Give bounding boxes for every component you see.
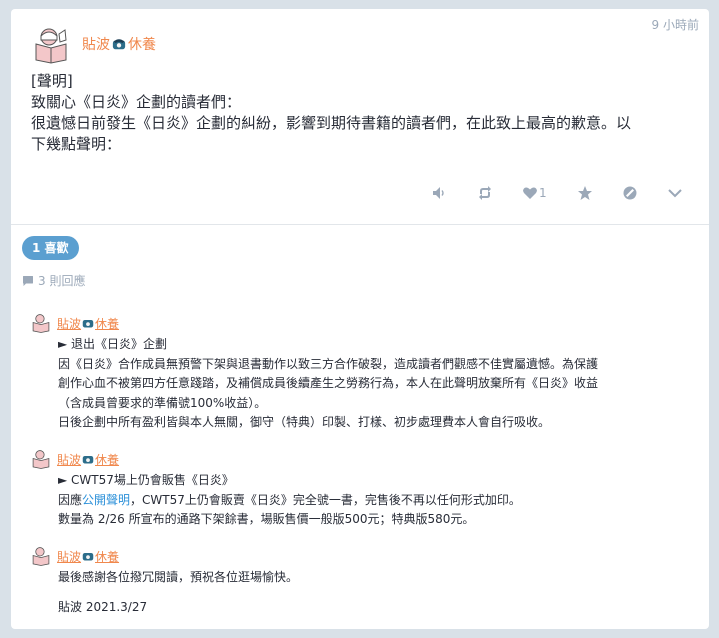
reply-author-suffix[interactable]: 休養	[95, 315, 119, 332]
reply-item: 貼波 休養 ► 退出《日炎》企劃 因《日炎》合作成員無預警下架與退書動作以致三方…	[31, 313, 691, 433]
reply-author-name[interactable]: 貼波	[57, 315, 81, 332]
block-icon	[623, 186, 637, 200]
reply-line: 最後感謝各位撥冗閱讀，預祝各位逛場愉快。	[58, 570, 299, 584]
more-button[interactable]	[667, 185, 683, 201]
avatar[interactable]	[31, 313, 51, 333]
status-card: 貼波 休養 9 小時前 [聲明] 致關心《日炎》企劃的讀者們： 很遺憾日前發生《…	[11, 9, 709, 629]
reply-header: 貼波 休養	[31, 313, 691, 333]
content-line: 很遺憾日前發生《日炎》企劃的糾紛，影響到期待書籍的讀者們，在此致上最高的歉意。以	[31, 114, 632, 132]
status-time[interactable]: 9 小時前	[652, 16, 699, 33]
reply-item: 貼波 休養 最後感謝各位撥冗閱讀，預祝各位逛場愉快。 貼波 2021.3/27	[31, 546, 691, 617]
likes-badge[interactable]: 1 喜歡	[22, 236, 79, 260]
statement-link[interactable]: 公開聲明	[82, 493, 130, 507]
telephone-emoji-icon	[82, 553, 94, 561]
like-count: 1	[539, 186, 547, 200]
like-button[interactable]: 1	[522, 185, 547, 201]
reply-line: 因應公開聲明，CWT57上仍會販賣《日炎》完全號一書，完售後不再以任何形式加印。	[58, 491, 691, 511]
telephone-emoji-icon	[82, 456, 94, 464]
display-name[interactable]: 貼波 休養	[82, 34, 156, 54]
telephone-emoji-icon	[112, 39, 126, 50]
telephone-emoji-icon	[82, 320, 94, 328]
content-line: 下幾點聲明：	[31, 135, 122, 153]
reply-item: 貼波 休養 ► CWT57場上仍會販售《日炎》 因應公開聲明，CWT57上仍會販…	[31, 449, 691, 530]
status-content: [聲明] 致關心《日炎》企劃的讀者們： 很遺憾日前發生《日炎》企劃的糾紛，影響到…	[31, 71, 691, 155]
favourite-button[interactable]	[577, 185, 593, 201]
volume-icon	[433, 187, 444, 199]
reply-line: ► CWT57場上仍會販售《日炎》	[58, 473, 234, 487]
reply-content: ► 退出《日炎》企劃 因《日炎》合作成員無預警下架與退書動作以致三方合作破裂，造…	[58, 335, 691, 433]
reply-text: 因應	[58, 492, 83, 507]
reply-author-suffix[interactable]: 休養	[95, 451, 119, 468]
reply-line: （含成員曾要求的準備號100%收益）。	[58, 395, 267, 410]
reply-line: 日後企劃中所有盈利皆與本人無關，御守（特典）印製、打樣、初步處理費本人會自行吸收…	[58, 415, 551, 429]
reply-author-name[interactable]: 貼波	[57, 548, 81, 565]
volume-button[interactable]	[431, 185, 447, 201]
avatar[interactable]	[32, 26, 70, 64]
chevron-down-icon	[668, 189, 682, 198]
display-name-suffix: 休養	[128, 37, 156, 53]
reply-signature: 貼波 2021.3/27	[58, 599, 148, 614]
boost-button[interactable]	[477, 185, 493, 201]
reply-text: ，CWT57上仍會販賣《日炎》完全號一書，完售後不再以任何形式加印。	[130, 492, 521, 507]
star-icon	[578, 186, 592, 200]
reply-author-name[interactable]: 貼波	[57, 451, 81, 468]
reply-header: 貼波 休養	[31, 546, 691, 566]
reply-header: 貼波 休養	[31, 449, 691, 469]
comment-icon	[23, 275, 33, 286]
reply-author-suffix[interactable]: 休養	[95, 548, 119, 565]
reply-count-text: 3 則回應	[38, 274, 86, 288]
block-button[interactable]	[622, 185, 638, 201]
action-bar: 1	[11, 185, 709, 207]
reply-line: 因《日炎》合作成員無預警下架與退書動作以致三方合作破裂，造成讀者們觀感不佳實屬遺…	[58, 356, 599, 371]
display-name-text: 貼波	[82, 37, 110, 53]
reply-line: 創作心血不被第四方任意踐踏，及補償成員後續產生之勞務行為，本人在此聲明放棄所有《…	[58, 376, 599, 390]
retweet-icon	[479, 186, 491, 200]
reply-content: ► CWT57場上仍會販售《日炎》 因應公開聲明，CWT57上仍會販賣《日炎》完…	[58, 471, 691, 530]
main-status: 貼波 休養 9 小時前 [聲明] 致關心《日炎》企劃的讀者們： 很遺憾日前發生《…	[11, 9, 709, 225]
content-line: 致關心《日炎》企劃的讀者們：	[31, 93, 242, 111]
avatar[interactable]	[31, 449, 51, 469]
reply-line: 數量為 2/26 所宣布的通路下架餘書，場販售價一般版500元；特典版580元。	[58, 512, 475, 526]
reply-count[interactable]: 3 則回應	[22, 272, 85, 289]
content-line: [聲明]	[31, 72, 73, 90]
reply-line: ► 退出《日炎》企劃	[58, 337, 168, 351]
heart-icon	[523, 187, 537, 199]
avatar[interactable]	[31, 546, 51, 566]
reply-content: 最後感謝各位撥冗閱讀，預祝各位逛場愉快。 貼波 2021.3/27	[58, 568, 691, 617]
